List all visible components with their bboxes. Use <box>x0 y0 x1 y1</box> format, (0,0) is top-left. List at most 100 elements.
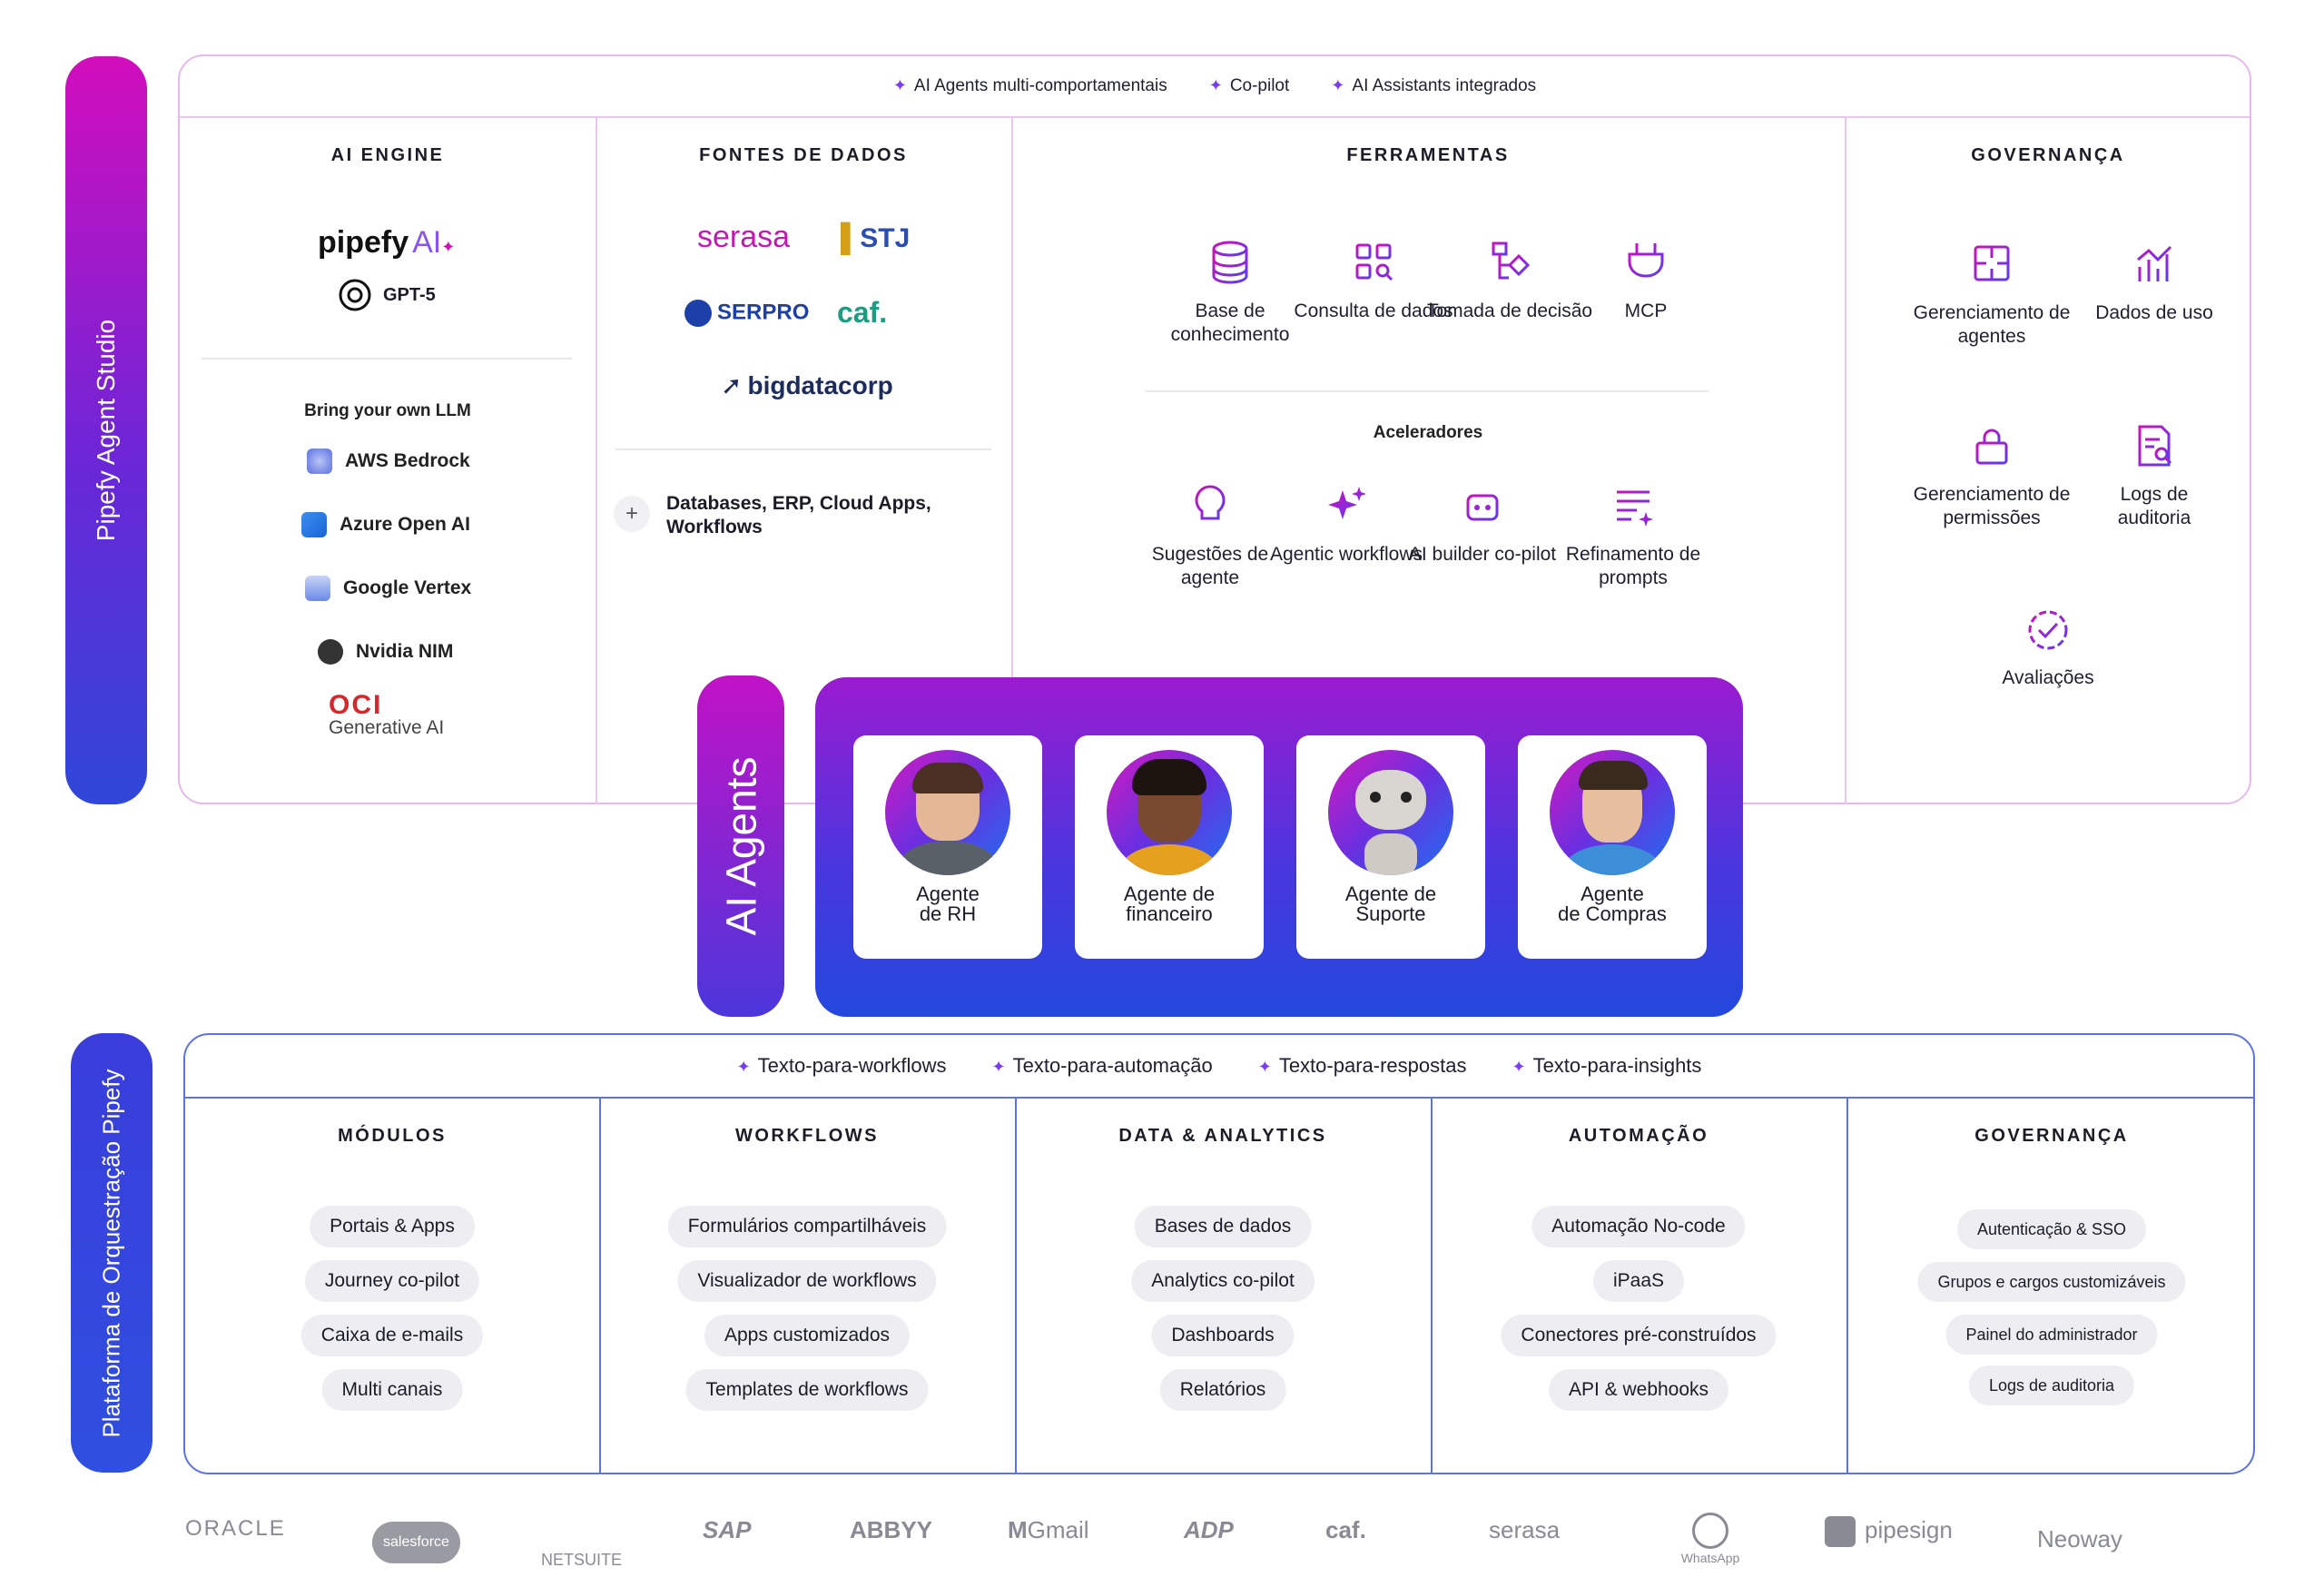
accel-ai-builder: AI builder co-pilot <box>1396 483 1569 567</box>
orchestration-panel: ✦ Texto-para-workflows ✦ Texto-para-automa… <box>183 1033 2255 1474</box>
workflow-pill: Templates de workflows <box>685 1369 929 1411</box>
prompt-icon <box>1617 490 1653 527</box>
provider-aws: AWS Bedrock <box>307 448 470 474</box>
data-sources-title: FONTES DE DADOS <box>699 145 908 165</box>
governance-pill: Logs de auditoria <box>1968 1365 2135 1405</box>
governance-pill: Grupos e cargos customizáveis <box>1917 1262 2186 1302</box>
orchestration-label: Plataforma de Orquestração Pipefy <box>97 1068 125 1438</box>
automation-pill: API & webhooks <box>1548 1369 1729 1411</box>
gov-agent-management: Gerenciamento de agentes <box>1901 242 2083 349</box>
tool-mcp: MCP <box>1560 240 1732 323</box>
sparkle-icon: ✦ <box>1257 1058 1272 1076</box>
sparkle-icon: ✦ <box>1512 1058 1526 1076</box>
column-divider <box>1431 1099 1433 1473</box>
adp-logo: ADP <box>1184 1516 1234 1543</box>
column-divider <box>596 118 597 804</box>
data-query-icon <box>1355 243 1393 281</box>
orchestration-capabilities-bar: ✦ Texto-para-workflows ✦ Texto-para-automa… <box>185 1035 2253 1099</box>
avatar <box>1328 750 1453 875</box>
studio-capabilities-bar: ✦ AI Agents multi-comportamentais ✦ Co-pil… <box>180 56 2250 118</box>
plug-icon <box>1628 243 1664 285</box>
byo-llm-label: Bring your own LLM <box>304 401 471 420</box>
governance-pill: Painel do administrador <box>1945 1315 2158 1355</box>
accel-prompt-refine: Refinamento de prompts <box>1547 483 1719 590</box>
column-divider <box>599 1099 601 1473</box>
lock-icon <box>1975 429 2008 465</box>
workflows-title: WORKFLOWS <box>734 1126 880 1146</box>
column-divider <box>1845 118 1846 804</box>
ai-agents-panel: Agente de RH Agente de financeiro Agente… <box>815 677 1743 1017</box>
check-badge-icon <box>2028 610 2068 650</box>
caf-logo: caf. <box>837 296 888 329</box>
agent-card-finance[interactable]: Agente de financeiro <box>1075 735 1264 959</box>
decision-icon <box>1492 242 1531 280</box>
whatsapp-logo: WhatsApp <box>1667 1513 1754 1565</box>
lightbulb-icon <box>1195 485 1226 527</box>
puzzle-icon <box>1974 245 2010 281</box>
oracle-logo: ORACLE <box>185 1516 286 1541</box>
sap-logo: SAP <box>703 1516 752 1543</box>
agent-card-support[interactable]: Agente de Suporte <box>1296 735 1485 959</box>
capability-item: ✦ Co-pilot <box>1208 76 1290 95</box>
separator <box>1146 390 1709 392</box>
log-search-icon <box>2138 425 2172 467</box>
governance-title: GOVERNANÇA <box>1971 145 2125 165</box>
pipefy-ai-logo: pipefy AI✦ <box>318 225 456 260</box>
oci-logo: OCI <box>329 690 383 720</box>
openai-icon <box>339 279 371 311</box>
capability-item: ✦ Texto-para-respostas <box>1257 1054 1467 1077</box>
sparkle-icon: ✦ <box>892 76 907 94</box>
serasa-partner-logo: serasa <box>1489 1516 1561 1543</box>
azure-openai-icon <box>301 512 327 537</box>
studio-label: Pipefy Agent Studio <box>92 319 120 542</box>
capability-item: ✦ AI Assistants integrados <box>1331 76 1537 95</box>
automation-pill: iPaaS <box>1592 1260 1685 1302</box>
automation-pill: Automação No-code <box>1531 1206 1746 1247</box>
agent-card-purchasing[interactable]: Agente de Compras <box>1518 735 1707 959</box>
google-vertex-icon <box>305 576 330 601</box>
avatar <box>1107 750 1232 875</box>
aws-bedrock-icon <box>307 448 332 474</box>
nvidia-icon <box>318 639 343 665</box>
gov-permissions: Gerenciamento de permissões <box>1901 423 2083 530</box>
module-pill: Caixa de e-mails <box>300 1315 484 1356</box>
data-sources-extra: Databases, ERP, Cloud Apps, Workflows <box>666 493 931 537</box>
sparkle-icon <box>1328 487 1366 519</box>
neoway-logo: Neoway <box>2037 1525 2122 1552</box>
analytics-pill: Analytics co-pilot <box>1131 1260 1315 1302</box>
sparkle-icon: ✦ <box>1208 76 1223 94</box>
sparkle-icon: ✦ <box>1331 76 1345 94</box>
column-divider <box>1846 1099 1848 1473</box>
stj-logo: ▌STJ <box>841 223 911 253</box>
analytics-pill: Bases de dados <box>1134 1206 1312 1247</box>
sparkle-icon: ✦ <box>991 1058 1006 1076</box>
gmail-logo: MGmail <box>1008 1516 1089 1543</box>
orchestration-label-bar: Plataforma de Orquestração Pipefy <box>71 1033 153 1473</box>
capability-item: ✦ Texto-para-insights <box>1512 1054 1702 1077</box>
ai-engine-title: AI ENGINE <box>330 145 445 165</box>
capability-item: ✦ Texto-para-automação <box>991 1054 1213 1077</box>
pipesign-logo: pipesign <box>1825 1516 1953 1548</box>
gov-audit-logs: Logs de auditoria <box>2086 423 2222 530</box>
data-analytics-title: DATA & ANALYTICS <box>1118 1126 1327 1146</box>
tools-title: FERRAMENTAS <box>1346 145 1510 165</box>
analytics-pill: Dashboards <box>1151 1315 1295 1356</box>
modules-title: MÓDULOS <box>338 1126 447 1146</box>
whatsapp-icon <box>1692 1513 1728 1549</box>
avatar <box>885 750 1010 875</box>
workflow-pill: Visualizador de workflows <box>677 1260 937 1302</box>
caf-partner-logo: caf. <box>1325 1516 1366 1543</box>
agent-card-hr[interactable]: Agente de RH <box>853 735 1042 959</box>
provider-google: Google Vertex <box>305 576 471 601</box>
bigdatacorp-logo: ➚ bigdatacorp <box>721 371 893 399</box>
serasa-logo: serasa <box>697 220 791 254</box>
sparkle-icon: ✦ <box>736 1058 751 1076</box>
separator <box>202 358 572 360</box>
netsuite-logo: NETSUITE <box>541 1551 623 1569</box>
salesforce-logo: salesforce <box>372 1522 460 1563</box>
studio-label-bar: Pipefy Agent Studio <box>65 56 147 804</box>
automation-pill: Conectores pré-construídos <box>1501 1315 1777 1356</box>
orch-governance-title: GOVERNANÇA <box>1974 1126 2129 1146</box>
automation-title: AUTOMAÇÃO <box>1568 1126 1709 1146</box>
provider-nvidia: Nvidia NIM <box>318 639 453 665</box>
